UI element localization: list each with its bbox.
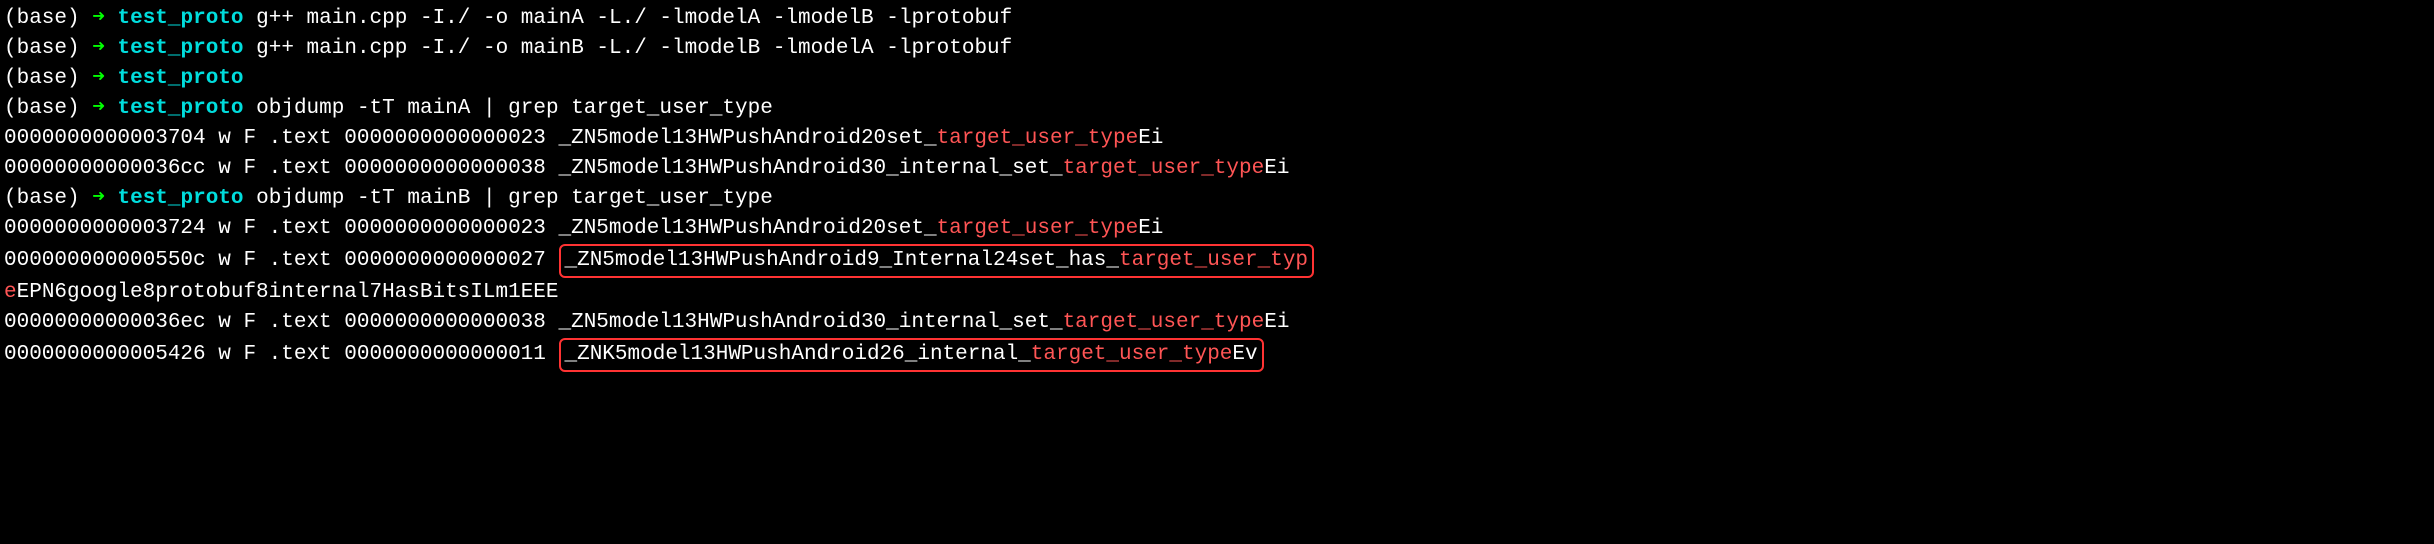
prompt-arrow: ➜ [92,7,105,30]
command-text: g++ main.cpp -I./ -o mainB -L./ -lmodelB… [256,37,1012,60]
symbol-prefix: 0000000000003724 w F .text 0000000000000… [4,217,937,240]
prompt-env: (base) [4,187,80,210]
terminal-output: (base) ➜ test_proto g++ main.cpp -I./ -o… [4,4,2430,372]
symbol-suffix: Ei [1138,127,1163,150]
grep-match: target_user_type [1063,157,1265,180]
prompt-line-1: (base) ➜ test_proto g++ main.cpp -I./ -o… [4,34,2430,64]
prompt-line-0: (base) ➜ test_proto g++ main.cpp -I./ -o… [4,4,2430,34]
prompt-arrow: ➜ [92,187,105,210]
grep-match: target_user_type [937,217,1139,240]
symbol-prefix: 000000000000550c w F .text 0000000000000… [4,249,559,272]
command-text: g++ main.cpp -I./ -o mainA -L./ -lmodelA… [256,7,1012,30]
grep-match: e [4,281,17,304]
symbol-prefix: 00000000000036cc w F .text 0000000000000… [4,157,1063,180]
prompt-dir: test_proto [118,97,244,120]
output-line-boxed-10: 0000000000005426 w F .text 0000000000000… [4,338,2430,372]
output-line-continuation-8: eEPN6google8protobuf8internal7HasBitsILm… [4,278,2430,308]
prompt-env: (base) [4,7,80,30]
prompt-line-3: (base) ➜ test_proto objdump -tT mainA | … [4,94,2430,124]
grep-match: target_user_typ [1119,249,1308,272]
prompt-line-6: (base) ➜ test_proto objdump -tT mainB | … [4,184,2430,214]
prompt-dir: test_proto [118,67,244,90]
prompt-arrow: ➜ [92,37,105,60]
output-line-7: 0000000000003724 w F .text 0000000000000… [4,214,2430,244]
prompt-arrow: ➜ [92,97,105,120]
output-line-5: 00000000000036cc w F .text 0000000000000… [4,154,2430,184]
grep-match: target_user_type [1063,311,1265,334]
highlighted-symbol-box: _ZN5model13HWPushAndroid9_Internal24set_… [559,244,1315,278]
output-line-boxed-8: 000000000000550c w F .text 0000000000000… [4,244,2430,278]
symbol-suffix: Ei [1264,157,1289,180]
prompt-dir: test_proto [118,187,244,210]
output-line-9: 00000000000036ec w F .text 0000000000000… [4,308,2430,338]
symbol-suffix: EPN6google8protobuf8internal7HasBitsILm1… [17,281,559,304]
prompt-env: (base) [4,37,80,60]
prompt-env: (base) [4,97,80,120]
prompt-dir: test_proto [118,7,244,30]
command-text: objdump -tT mainA | grep target_user_typ… [256,97,773,120]
grep-match: target_user_type [937,127,1139,150]
symbol-prefix: 0000000000005426 w F .text 0000000000000… [4,343,559,366]
grep-match: target_user_type [1031,343,1233,366]
symbol-prefix: 0000000000003704 w F .text 0000000000000… [4,127,937,150]
highlighted-symbol-box: _ZNK5model13HWPushAndroid26_internal_tar… [559,338,1264,372]
prompt-env: (base) [4,67,80,90]
prompt-line-2: (base) ➜ test_proto [4,64,2430,94]
prompt-dir: test_proto [118,37,244,60]
symbol-suffix: Ei [1264,311,1289,334]
command-text: objdump -tT mainB | grep target_user_typ… [256,187,773,210]
output-line-4: 0000000000003704 w F .text 0000000000000… [4,124,2430,154]
symbol-suffix: Ei [1138,217,1163,240]
symbol-prefix: 00000000000036ec w F .text 0000000000000… [4,311,1063,334]
prompt-arrow: ➜ [92,67,105,90]
